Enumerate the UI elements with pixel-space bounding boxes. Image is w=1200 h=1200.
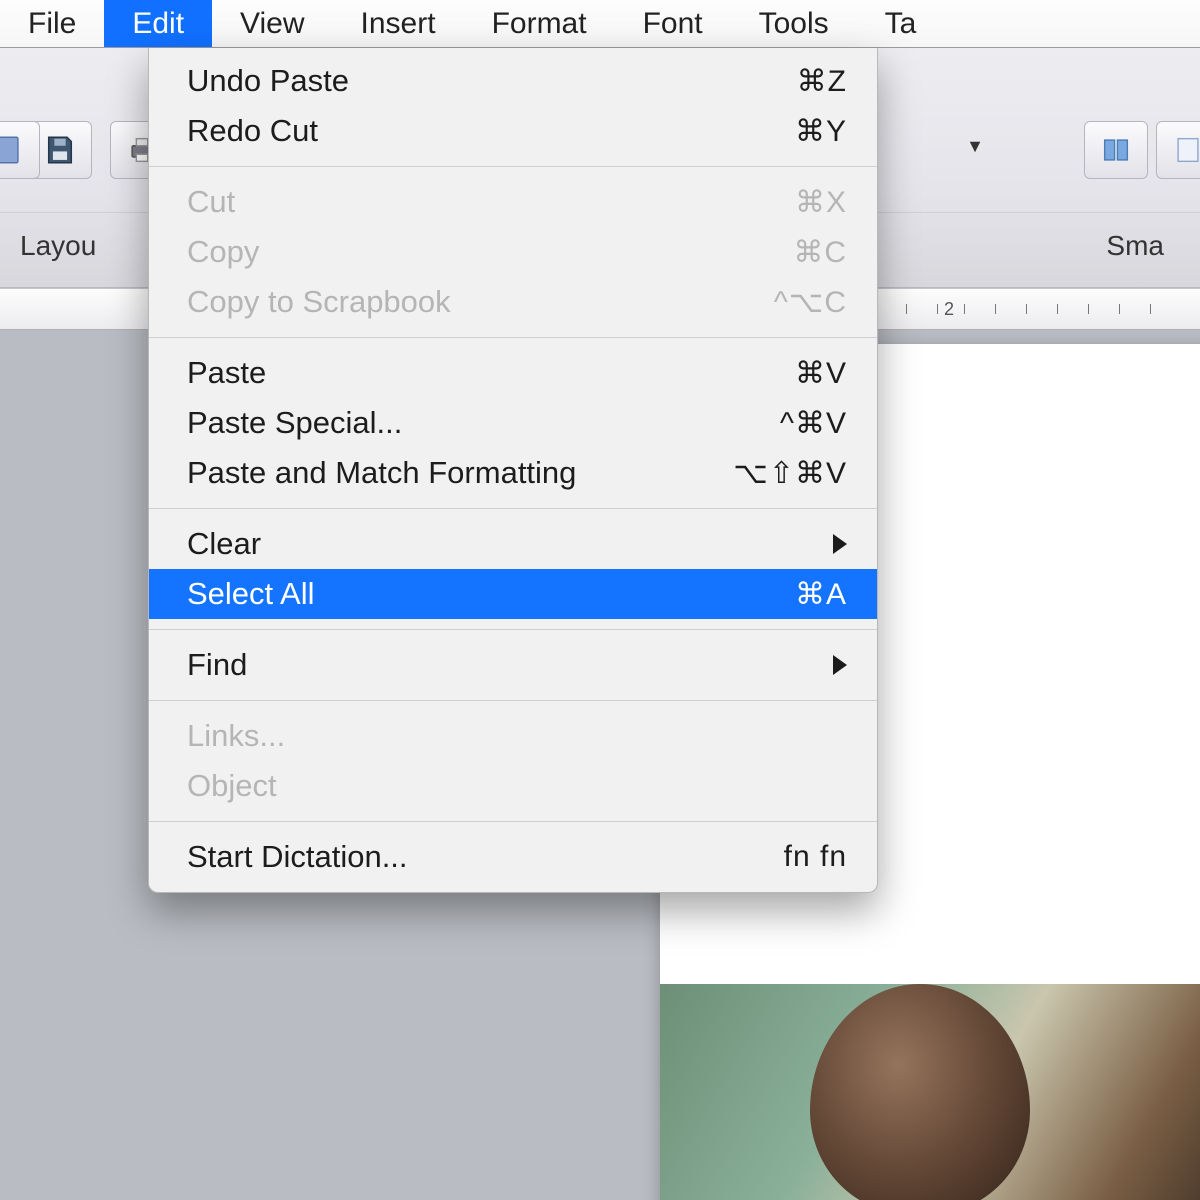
menu-item-label: Find (187, 647, 247, 683)
menu-item-shortcut: ⌘X (795, 185, 847, 220)
menu-separator (149, 821, 877, 822)
toolbar-dropdown-arrow-icon[interactable]: ▼ (966, 136, 984, 157)
menu-item-redo[interactable]: Redo Cut ⌘Y (149, 106, 877, 156)
toolbar-button-partial-right[interactable] (1156, 121, 1200, 179)
menu-separator (149, 700, 877, 701)
menu-view[interactable]: View (212, 0, 332, 47)
menu-item-label: Redo Cut (187, 113, 318, 149)
menu-item-paste-special[interactable]: Paste Special... ^⌘V (149, 398, 877, 448)
menu-font[interactable]: Font (615, 0, 731, 47)
menu-item-label: Paste (187, 355, 266, 391)
menu-item-shortcut: ⌘C (793, 235, 847, 270)
menu-item-label: Copy to Scrapbook (187, 284, 451, 320)
ruler-ticks: 2 (840, 289, 1200, 329)
submenu-arrow-icon (833, 534, 847, 554)
menu-item-label: Links... (187, 718, 285, 754)
menu-item-copy: Copy ⌘C (149, 227, 877, 277)
menu-item-label: Object (187, 768, 277, 804)
menu-item-shortcut: ⌥⇧⌘V (733, 456, 847, 491)
tab-layout-partial[interactable]: Layou (20, 230, 96, 262)
menu-item-shortcut: ⌘Z (797, 64, 847, 99)
menu-item-object: Object (149, 761, 877, 811)
menu-item-start-dictation[interactable]: Start Dictation... fn fn (149, 832, 877, 882)
menu-item-shortcut: fn fn (784, 840, 847, 874)
page-icon (1171, 133, 1200, 167)
menu-file[interactable]: File (0, 0, 104, 47)
menu-item-cut: Cut ⌘X (149, 177, 877, 227)
menu-item-copy-scrapbook: Copy to Scrapbook ^⌥C (149, 277, 877, 327)
toolbar-right-group (1084, 112, 1200, 188)
menu-edit[interactable]: Edit (104, 0, 212, 47)
menu-item-undo[interactable]: Undo Paste ⌘Z (149, 56, 877, 106)
menu-item-paste-match[interactable]: Paste and Match Formatting ⌥⇧⌘V (149, 448, 877, 498)
doc-image (660, 984, 1200, 1200)
menu-item-label: Clear (187, 526, 261, 562)
menu-separator (149, 508, 877, 509)
menu-item-label: Copy (187, 234, 259, 270)
document-icon (0, 133, 25, 167)
menu-item-label: Paste and Match Formatting (187, 455, 576, 491)
menu-item-paste[interactable]: Paste ⌘V (149, 348, 877, 398)
menubar: File Edit View Insert Format Font Tools … (0, 0, 1200, 48)
menu-item-find[interactable]: Find (149, 640, 877, 690)
submenu-arrow-icon (833, 655, 847, 675)
menu-item-label: Undo Paste (187, 63, 349, 99)
menu-table-partial[interactable]: Ta (857, 0, 945, 47)
menu-item-label: Start Dictation... (187, 839, 408, 875)
floppy-disk-icon (43, 133, 77, 167)
doc-image-person (810, 984, 1030, 1200)
menu-separator (149, 629, 877, 630)
menu-item-shortcut: ⌘V (795, 356, 847, 391)
columns-icon (1099, 133, 1133, 167)
menu-item-label: Paste Special... (187, 405, 402, 441)
toolbar-button-partial-left[interactable] (0, 121, 40, 179)
menu-separator (149, 337, 877, 338)
menu-insert[interactable]: Insert (333, 0, 464, 47)
menu-item-select-all[interactable]: Select All ⌘A (149, 569, 877, 619)
menu-item-label: Select All (187, 576, 315, 612)
menu-item-shortcut: ⌘Y (795, 114, 847, 149)
edit-menu-dropdown: Undo Paste ⌘Z Redo Cut ⌘Y Cut ⌘X Copy ⌘C… (148, 48, 878, 893)
menu-item-links: Links... (149, 711, 877, 761)
menu-item-shortcut: ^⌥C (774, 285, 847, 320)
menu-separator (149, 166, 877, 167)
columns-button[interactable] (1084, 121, 1148, 179)
menu-item-shortcut: ^⌘V (780, 406, 847, 441)
ruler-number: 2 (944, 299, 954, 320)
menu-tools[interactable]: Tools (731, 0, 857, 47)
menu-item-clear[interactable]: Clear (149, 519, 877, 569)
menu-item-label: Cut (187, 184, 235, 220)
tab-smartart-partial[interactable]: Sma (1106, 230, 1164, 262)
menu-format[interactable]: Format (464, 0, 615, 47)
menu-item-shortcut: ⌘A (795, 577, 847, 612)
